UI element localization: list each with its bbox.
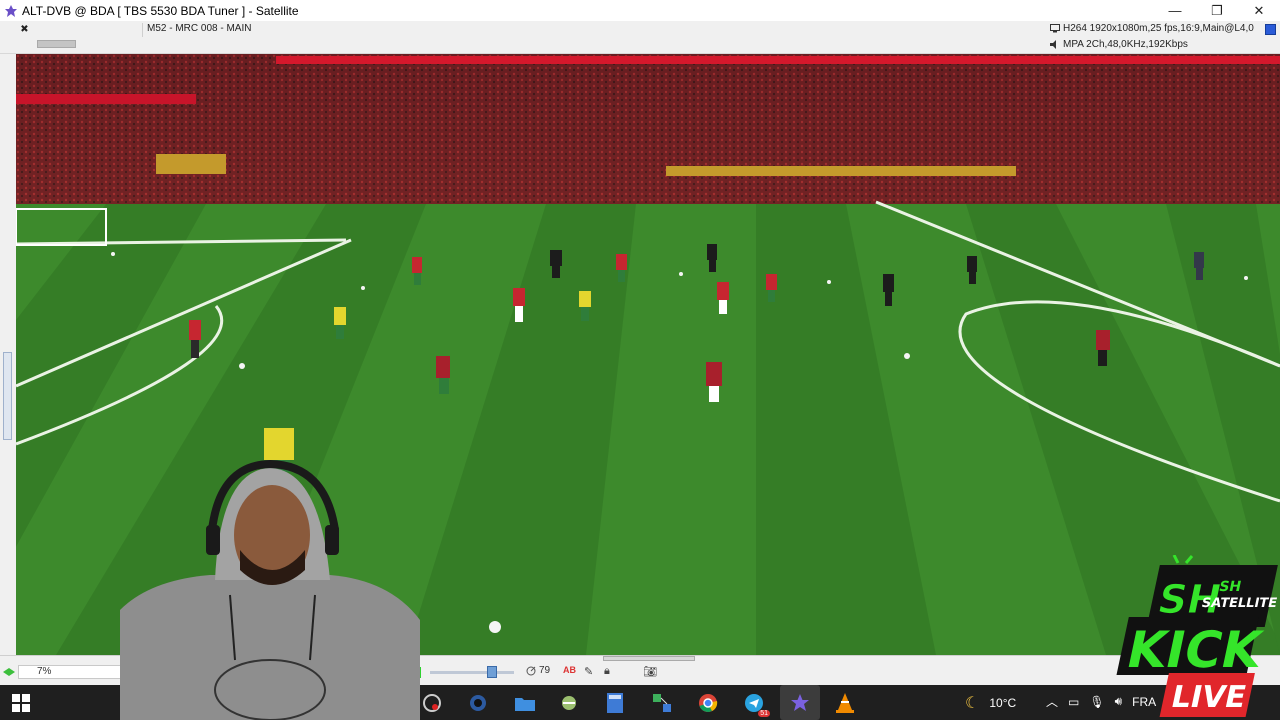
lock-icon[interactable]: 🔒︎ bbox=[604, 665, 610, 678]
streamer-image bbox=[120, 459, 420, 720]
horizontal-scroll-thumb[interactable] bbox=[603, 656, 695, 661]
camera-icon[interactable]: 📷︎ bbox=[643, 665, 657, 678]
panel-toggle-button[interactable] bbox=[1265, 24, 1276, 35]
folder-icon[interactable] bbox=[513, 691, 537, 715]
logo-kick-text: KICK bbox=[1122, 621, 1269, 679]
telegram-icon[interactable]: 51 bbox=[742, 691, 770, 717]
divider bbox=[142, 23, 143, 37]
webcam-overlay bbox=[120, 459, 420, 720]
moon-icon: ☾ bbox=[965, 695, 980, 712]
ab-label[interactable]: AB bbox=[563, 665, 576, 675]
vlc-icon[interactable] bbox=[833, 691, 857, 715]
satellite-icon bbox=[4, 4, 18, 18]
video-info: H264 1920x1080m,25 fps,16:9,Main@L4,0 bbox=[1050, 23, 1254, 34]
chrome-icon[interactable] bbox=[696, 691, 720, 715]
zoom-value: 7% bbox=[37, 666, 52, 677]
restore-button[interactable]: ❐ bbox=[1196, 0, 1238, 21]
satellite-dish-icon bbox=[526, 666, 536, 675]
logo-live-text: LIVE bbox=[1168, 680, 1249, 715]
signal-arrow-icon bbox=[3, 668, 15, 676]
calculator-icon[interactable] bbox=[603, 691, 627, 715]
windows-start-icon[interactable] bbox=[12, 694, 30, 712]
signal-value: 79 bbox=[539, 665, 551, 676]
audio-info: MPA 2Ch,48,0KHz,192Kbps bbox=[1050, 39, 1188, 50]
channel-logo: SH SH SATELLITE KICK LIVE bbox=[1116, 554, 1278, 717]
monitor-icon bbox=[1050, 24, 1060, 33]
speaker-icon bbox=[1050, 40, 1056, 49]
speedometer-app-icon[interactable] bbox=[420, 691, 444, 715]
panel-grip[interactable] bbox=[3, 352, 12, 440]
weather-temp: 10°C bbox=[989, 696, 1017, 710]
minimize-button[interactable]: — bbox=[1154, 0, 1196, 21]
network-tool-icon[interactable] bbox=[650, 691, 674, 715]
left-panel-gutter bbox=[0, 54, 16, 655]
channel-info-bar: ✖ M52 - MRC 008 - MAIN H264 1920x1080m,2… bbox=[0, 21, 1280, 54]
title-bar[interactable]: ALT-DVB @ BDA [ TBS 5530 BDA Tuner ] - S… bbox=[0, 0, 1280, 21]
window-title: ALT-DVB @ BDA [ TBS 5530 BDA Tuner ] - S… bbox=[22, 3, 299, 18]
camera-app-icon[interactable] bbox=[466, 691, 490, 715]
seek-slider-track[interactable] bbox=[430, 671, 514, 674]
app-window: ALT-DVB @ BDA [ TBS 5530 BDA Tuner ] - S… bbox=[0, 0, 1280, 720]
close-icon[interactable]: ✖ bbox=[19, 24, 30, 35]
audio-info-text: MPA 2Ch,48,0KHz,192Kbps bbox=[1063, 39, 1188, 50]
channel-name: M52 - MRC 008 - MAIN bbox=[147, 23, 252, 34]
video-info-text: H264 1920x1080m,25 fps,16:9,Main@L4,0 bbox=[1063, 23, 1254, 34]
weather-widget[interactable]: ☾ 10°C bbox=[965, 693, 1016, 713]
logo-satellite-text: SATELLITE bbox=[1200, 596, 1278, 611]
seek-slider-thumb[interactable] bbox=[487, 666, 497, 678]
satellite-tool-icon[interactable] bbox=[557, 691, 581, 715]
network-icon[interactable]: ▭ bbox=[1068, 695, 1079, 709]
chevron-up-icon[interactable]: ︿ bbox=[1046, 693, 1058, 710]
signal-quality: 79 bbox=[526, 665, 550, 676]
edit-icon[interactable]: ✎ bbox=[584, 665, 593, 678]
telegram-badge: 51 bbox=[758, 710, 770, 717]
close-button[interactable]: ✕ bbox=[1238, 0, 1280, 21]
volume-slider[interactable] bbox=[37, 40, 76, 48]
altdvb-taskbar-icon[interactable] bbox=[780, 685, 820, 720]
microphone-icon[interactable]: 🎙︎ bbox=[1089, 695, 1104, 709]
sh-satellite-kick-live-logo: SH SH SATELLITE KICK LIVE bbox=[1112, 554, 1280, 720]
logo-sh-small: SH bbox=[1218, 579, 1243, 595]
